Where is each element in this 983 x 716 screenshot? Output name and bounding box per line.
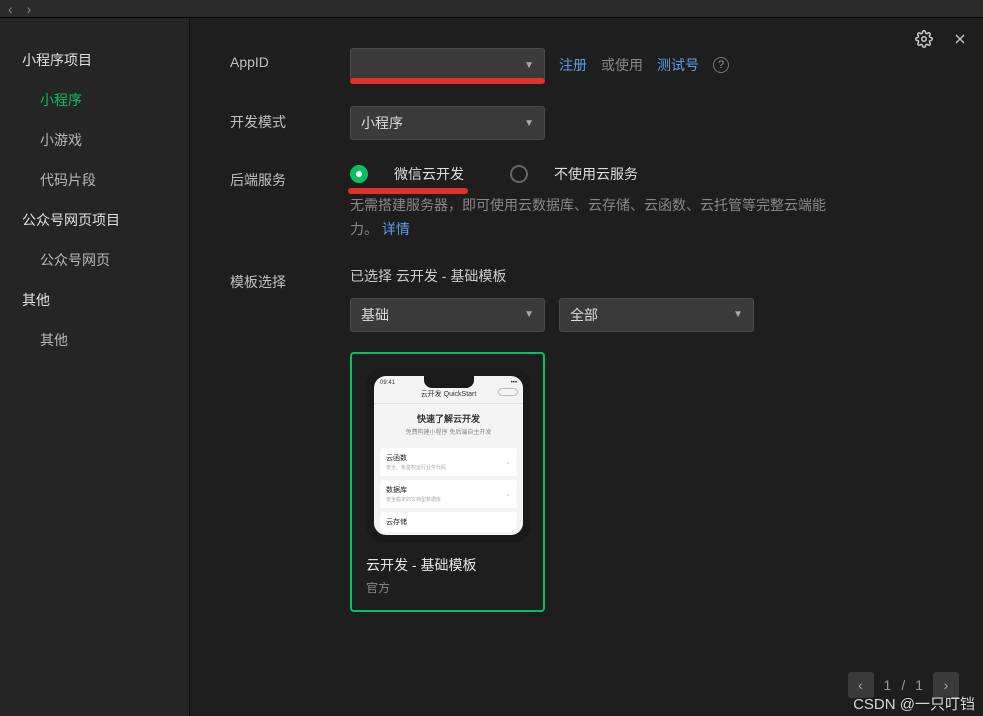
- template-preview: 09:41••• 云开发 QuickStart 快速了解云开发 免费构建小程序 …: [366, 368, 531, 543]
- backend-desc: 无需搭建服务器，即可使用云数据库、云存储、云函数、云托管等完整云端能力。: [350, 197, 826, 237]
- sidebar-head-miniprogram: 小程序项目: [0, 40, 189, 80]
- template-filter-all[interactable]: 全部 ▼: [559, 298, 754, 332]
- sidebar-head-other: 其他: [0, 280, 189, 320]
- pager-total: 1: [915, 677, 923, 693]
- sidebar-head-mp: 公众号网页项目: [0, 200, 189, 240]
- sidebar: 小程序项目 小程序 小游戏 代码片段 公众号网页项目 公众号网页 其他 其他: [0, 18, 190, 716]
- backend-label: 后端服务: [230, 164, 350, 190]
- pager-sep: /: [901, 677, 905, 693]
- sidebar-item-miniprogram[interactable]: 小程序: [0, 80, 189, 120]
- sidebar-item-minigame[interactable]: 小游戏: [0, 120, 189, 160]
- forward-icon[interactable]: ›: [27, 1, 32, 17]
- appid-label: AppID: [230, 48, 350, 70]
- devmode-select[interactable]: 小程序 ▼: [350, 106, 545, 140]
- template-label: 模板选择: [230, 266, 350, 292]
- selected-name: 云开发 - 基础模板: [396, 268, 506, 284]
- annotation-redline: [350, 78, 545, 84]
- test-account-link[interactable]: 测试号: [657, 55, 699, 75]
- top-toolbar: ‹ ›: [0, 0, 983, 18]
- help-icon[interactable]: ?: [713, 57, 729, 73]
- card-subtitle: 官方: [366, 579, 529, 596]
- template-card[interactable]: 09:41••• 云开发 QuickStart 快速了解云开发 免费构建小程序 …: [350, 352, 545, 612]
- filter-all-value: 全部: [570, 305, 598, 325]
- radio-none-label: 不使用云服务: [554, 164, 638, 184]
- sidebar-item-snippet[interactable]: 代码片段: [0, 160, 189, 200]
- filter-type-value: 基础: [361, 305, 389, 325]
- sidebar-item-mpweb[interactable]: 公众号网页: [0, 240, 189, 280]
- radio-wx-label: 微信云开发: [394, 164, 464, 184]
- close-icon[interactable]: [951, 30, 969, 48]
- devmode-value: 小程序: [361, 113, 403, 133]
- or-use-text: 或使用: [601, 55, 643, 75]
- chevron-down-icon: ▼: [524, 60, 534, 71]
- content-area: AppID ▼ 注册 或使用 测试号 ? 开发模式 小程序 ▼: [190, 18, 983, 716]
- appid-select[interactable]: ▼: [350, 48, 545, 82]
- devmode-label: 开发模式: [230, 106, 350, 132]
- selected-prefix: 已选择: [350, 268, 392, 284]
- pager-current: 1: [884, 677, 892, 693]
- details-link[interactable]: 详情: [382, 221, 410, 237]
- chevron-down-icon: ▼: [524, 309, 534, 320]
- sidebar-item-other[interactable]: 其他: [0, 320, 189, 360]
- watermark: CSDN @一只叮铛: [853, 693, 975, 714]
- chevron-down-icon: ▼: [524, 118, 534, 129]
- gear-icon[interactable]: [915, 30, 933, 48]
- card-title: 云开发 - 基础模板: [366, 555, 529, 575]
- template-filter-type[interactable]: 基础 ▼: [350, 298, 545, 332]
- chevron-down-icon: ▼: [733, 309, 743, 320]
- radio-no-cloud[interactable]: [510, 165, 528, 183]
- register-link[interactable]: 注册: [559, 55, 587, 75]
- back-icon[interactable]: ‹: [8, 1, 13, 17]
- radio-wx-cloud[interactable]: [350, 165, 368, 183]
- annotation-redline: [348, 188, 468, 194]
